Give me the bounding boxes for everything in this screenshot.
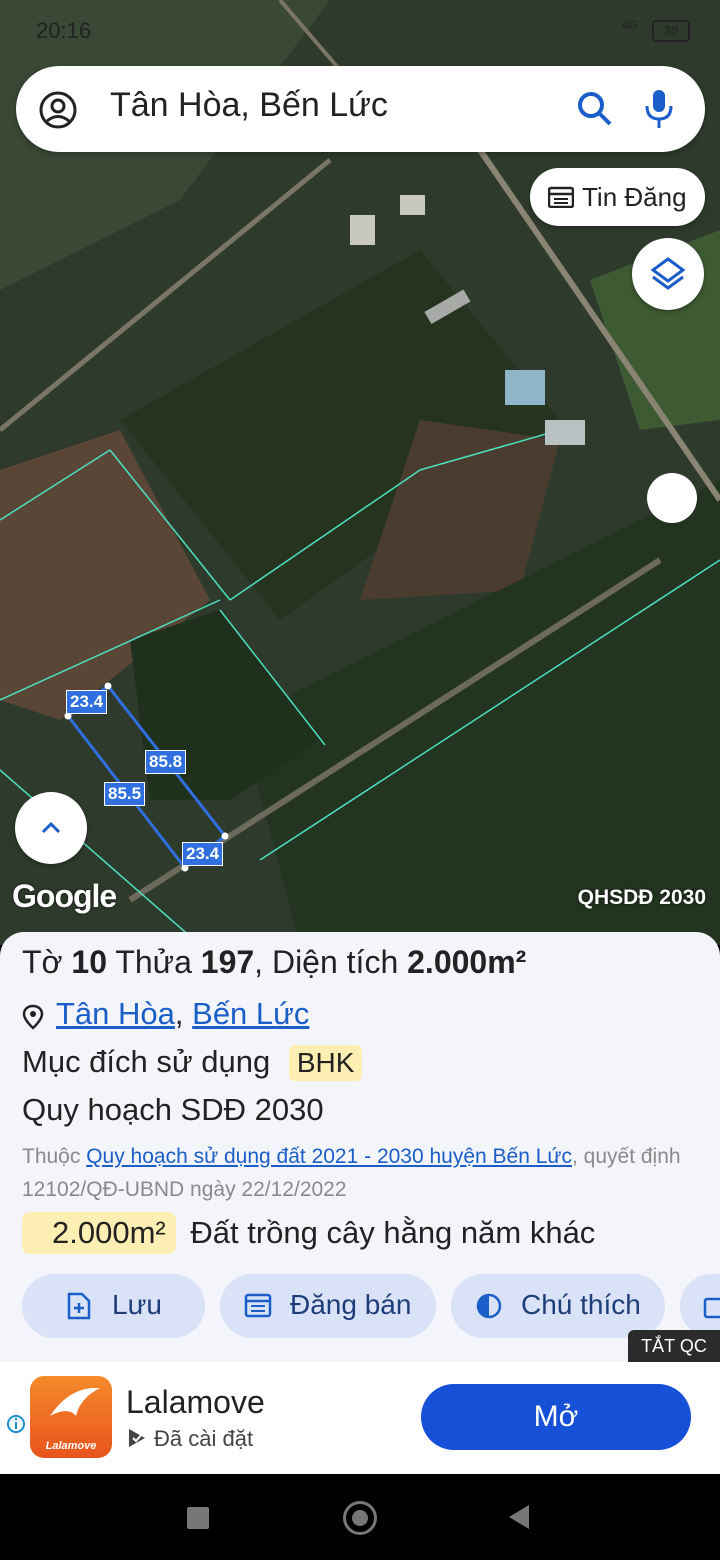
home-icon[interactable]: [343, 1501, 377, 1535]
legend-button[interactable]: Chú thích: [451, 1274, 665, 1338]
calendar-icon: [244, 1293, 272, 1318]
network-indicator: 4G: [621, 18, 638, 32]
ward-link[interactable]: Tân Hòa: [56, 996, 175, 1031]
plan-reference: Thuộc Quy hoạch sử dụng đất 2021 - 2030 …: [22, 1140, 720, 1206]
status-time: 20:16: [36, 18, 92, 43]
sheet-number-label: Tờ: [22, 944, 63, 980]
account-icon[interactable]: [38, 90, 78, 130]
parcel-info-sheet: Tờ 10 Thửa 197, Diện tích 2.000m² Tân Hò…: [0, 932, 720, 1362]
expand-button[interactable]: [15, 792, 87, 864]
layers-button[interactable]: [632, 238, 704, 310]
purpose-code-badge: BHK: [288, 1045, 363, 1081]
land-use-row: 2.000m² Đất trồng cây hằng năm khác: [22, 1212, 595, 1254]
land-type: Đất trồng cây hằng năm khác: [190, 1215, 596, 1250]
dimension-label: 23.4: [66, 690, 108, 714]
chevron-up-icon: [41, 821, 61, 834]
district-link[interactable]: Bến Lức: [192, 996, 309, 1031]
location-separator: ,: [174, 996, 193, 1031]
purpose-label: Mục đích sử dụng: [22, 1044, 271, 1079]
bird-logo-icon: [50, 1387, 100, 1416]
dimension-label: 85.5: [104, 782, 146, 806]
listings-button[interactable]: Tin Đăng: [530, 168, 705, 226]
calendar-icon: [548, 186, 574, 208]
add-photo-icon: [703, 1297, 720, 1319]
sheet-number: 10: [71, 944, 108, 980]
map-view[interactable]: 23.4 85.8 85.5 23.4 20:16 4G 38 Tân Hòa,…: [0, 0, 720, 945]
floating-handle[interactable]: [647, 473, 697, 523]
installed-label: Đã cài đặt: [154, 1426, 254, 1451]
recent-apps-icon[interactable]: [187, 1507, 209, 1529]
hide-ads-button[interactable]: TẮT QC: [628, 1330, 720, 1362]
google-logo: Google: [12, 878, 117, 914]
ad-banner[interactable]: Lalamove Lalamove Đã cài đặt Mở: [0, 1362, 720, 1474]
parcel-number: 197: [200, 944, 255, 980]
land-area-badge: 2.000m²: [22, 1212, 176, 1254]
app-logo: Lalamove: [30, 1376, 112, 1458]
search-input[interactable]: Tân Hòa, Bến Lức: [110, 86, 388, 125]
plan-ref-prefix: Thuộc: [22, 1145, 87, 1168]
search-icon[interactable]: [576, 90, 614, 128]
area-label: Diện tích: [271, 944, 399, 980]
legend-label: Chú thích: [521, 1289, 641, 1320]
dimension-label: 23.4: [182, 842, 224, 866]
back-icon[interactable]: [509, 1505, 529, 1529]
post-sale-button[interactable]: Đăng bán: [220, 1274, 436, 1338]
search-bar[interactable]: Tân Hòa, Bến Lức: [16, 66, 705, 152]
plan-link[interactable]: Quy hoạch sử dụng đất 2021 - 2030 huyện …: [86, 1145, 572, 1168]
installed-icon: [129, 1429, 145, 1447]
microphone-icon[interactable]: [644, 88, 674, 130]
land-purpose: Mục đích sử dụng BHK: [22, 1044, 363, 1081]
info-icon[interactable]: [6, 1414, 26, 1434]
map-layer-label: QHSDĐ 2030: [577, 886, 706, 909]
install-status: Đã cài đặt: [126, 1426, 253, 1452]
post-sale-label: Đăng bán: [290, 1289, 412, 1320]
status-bar: 20:16 4G 38: [0, 0, 720, 62]
area-value: 2.000m²: [407, 944, 527, 980]
system-nav-bar: [0, 1474, 720, 1560]
plan-title: Quy hoạch SDĐ 2030: [22, 1092, 324, 1127]
dimension-label: 85.8: [145, 750, 187, 774]
open-app-button[interactable]: Mở: [421, 1384, 691, 1450]
contrast-icon: [476, 1293, 502, 1319]
more-action-button[interactable]: [680, 1274, 720, 1338]
listings-label: Tin Đăng: [582, 182, 687, 212]
save-button[interactable]: Lưu: [22, 1274, 205, 1338]
location-pin-icon: [22, 1004, 44, 1030]
add-file-icon: [67, 1292, 91, 1320]
parcel-summary: Tờ 10 Thửa 197, Diện tích 2.000m²: [22, 944, 527, 980]
parcel-number-label: Thửa: [115, 944, 192, 980]
save-label: Lưu: [112, 1289, 162, 1320]
logo-text: Lalamove: [45, 1440, 97, 1452]
battery-icon: 38: [652, 20, 690, 42]
app-name: Lalamove: [126, 1384, 265, 1420]
layers-icon: [650, 257, 686, 290]
